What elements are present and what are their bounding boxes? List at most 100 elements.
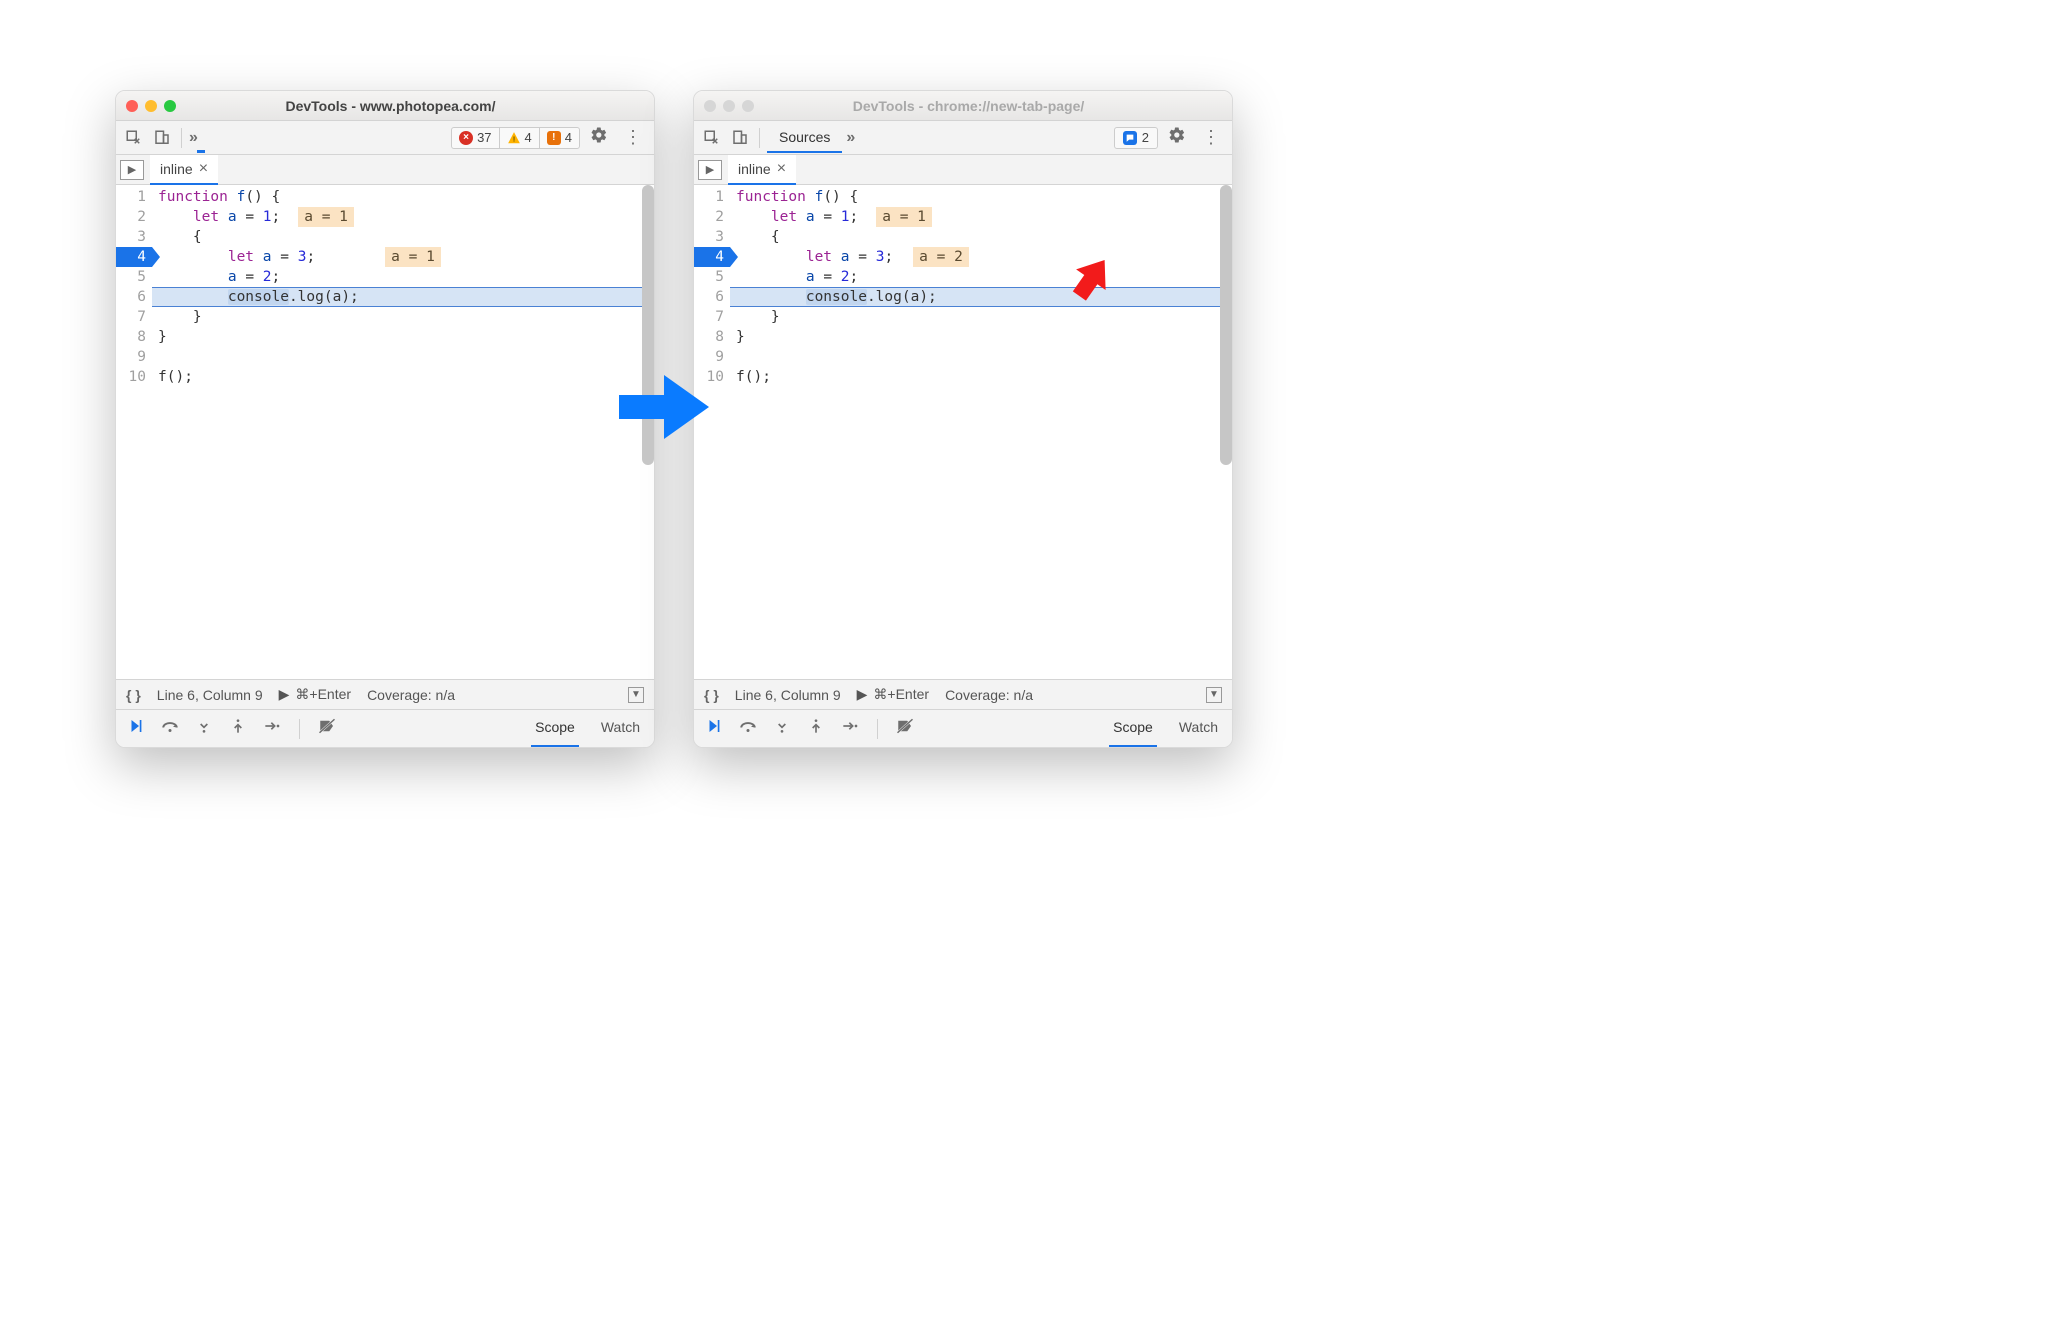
traffic-light-min[interactable] — [723, 100, 735, 112]
errors-badge[interactable]: × 37 — [452, 128, 499, 148]
run-shortcut: ⌘+Enter — [873, 686, 929, 703]
cursor-position: Line 6, Column 9 — [735, 687, 841, 703]
line-number[interactable]: 3 — [116, 227, 146, 247]
devtools-window-right: DevTools - chrome://new-tab-page/ Source… — [693, 90, 1233, 748]
issues-chip[interactable]: 2 — [1114, 127, 1158, 149]
titlebar-left[interactable]: DevTools - www.photopea.com/ — [116, 91, 654, 121]
line-number[interactable]: 6 — [116, 287, 146, 307]
tab-watch[interactable]: Watch — [597, 709, 644, 748]
file-tabs: ▶ inline × — [694, 155, 1232, 185]
svg-text:!: ! — [512, 136, 514, 143]
line-number[interactable]: 3 — [694, 227, 724, 247]
file-tab-inline[interactable]: inline × — [728, 155, 796, 185]
issue-square-icon: ! — [547, 131, 561, 145]
warnings-badge[interactable]: ! 4 — [500, 128, 540, 148]
collapse-drawer-icon[interactable]: ▼ — [628, 687, 644, 703]
line-number[interactable]: 8 — [116, 327, 146, 347]
line-number[interactable]: 4 — [694, 247, 724, 267]
line-number[interactable]: 4 — [116, 247, 146, 267]
traffic-light-max[interactable] — [742, 100, 754, 112]
pretty-print-icon[interactable]: { } — [704, 687, 719, 703]
inspect-element-icon[interactable] — [122, 126, 146, 150]
deactivate-breakpoints-icon[interactable] — [317, 717, 337, 740]
titlebar-right[interactable]: DevTools - chrome://new-tab-page/ — [694, 91, 1232, 121]
main-toolbar: » × 37 ! 4 ! 4 ⋮ — [116, 121, 654, 155]
active-tab-indicator — [197, 123, 205, 153]
line-number[interactable]: 8 — [694, 327, 724, 347]
file-tab-label: inline — [738, 161, 771, 177]
close-icon[interactable]: × — [777, 160, 786, 178]
traffic-light-max[interactable] — [164, 100, 176, 112]
traffic-light-close[interactable] — [126, 100, 138, 112]
coverage-label: Coverage: n/a — [367, 687, 455, 703]
line-number[interactable]: 5 — [694, 267, 724, 287]
kebab-menu-icon[interactable]: ⋮ — [1196, 127, 1226, 148]
device-toggle-icon[interactable] — [728, 126, 752, 150]
line-number[interactable]: 2 — [116, 207, 146, 227]
inspect-element-icon[interactable] — [700, 126, 724, 150]
code-body[interactable]: function f() { let a = 1;a = 1 { let a =… — [730, 185, 1232, 679]
device-toggle-icon[interactable] — [150, 126, 174, 150]
line-number[interactable]: 7 — [694, 307, 724, 327]
debugger-tabs: Scope Watch — [1109, 709, 1222, 748]
step-into-icon[interactable] — [772, 717, 792, 740]
breakpoint-marker[interactable]: 4 — [115, 247, 152, 267]
code-editor[interactable]: 1 2 3 4 5 6 7 8 9 10 function f() { let … — [694, 185, 1232, 679]
code-editor[interactable]: 1 2 3 4 5 6 7 8 9 10 function f() { let … — [116, 185, 654, 679]
line-number[interactable]: 5 — [116, 267, 146, 287]
debugger-toolbar: Scope Watch — [694, 709, 1232, 747]
file-tab-label: inline — [160, 161, 193, 177]
traffic-light-min[interactable] — [145, 100, 157, 112]
inline-value-chip: a = 1 — [298, 207, 354, 227]
tab-scope[interactable]: Scope — [531, 709, 579, 748]
more-tabs-icon[interactable]: » — [189, 129, 195, 147]
tab-watch[interactable]: Watch — [1175, 709, 1222, 748]
step-over-icon[interactable] — [160, 717, 180, 740]
scrollbar[interactable] — [1220, 185, 1232, 465]
errors-count: 37 — [477, 130, 491, 145]
line-number[interactable]: 10 — [116, 367, 146, 387]
deactivate-breakpoints-icon[interactable] — [895, 717, 915, 740]
snippets-play-icon[interactable]: ▶ — [698, 160, 722, 180]
step-icon[interactable] — [262, 718, 282, 739]
line-number[interactable]: 6 — [694, 287, 724, 307]
snippets-play-icon[interactable]: ▶ — [120, 160, 144, 180]
traffic-light-close[interactable] — [704, 100, 716, 112]
window-title: DevTools - www.photopea.com/ — [183, 98, 598, 114]
collapse-drawer-icon[interactable]: ▼ — [1206, 687, 1222, 703]
resume-icon[interactable] — [126, 717, 146, 740]
step-over-icon[interactable] — [738, 717, 758, 740]
file-tab-inline[interactable]: inline × — [150, 155, 218, 185]
kebab-menu-icon[interactable]: ⋮ — [618, 127, 648, 148]
warning-triangle-icon: ! — [507, 131, 521, 145]
tab-scope[interactable]: Scope — [1109, 709, 1157, 748]
devtools-window-left: DevTools - www.photopea.com/ » × 37 ! 4 — [115, 90, 655, 748]
step-into-icon[interactable] — [194, 717, 214, 740]
debugger-tabs: Scope Watch — [531, 709, 644, 748]
line-number[interactable]: 2 — [694, 207, 724, 227]
line-number[interactable]: 9 — [116, 347, 146, 367]
code-body[interactable]: function f() { let a = 1;a = 1 { let a =… — [152, 185, 654, 679]
breakpoint-marker[interactable]: 4 — [693, 247, 730, 267]
line-number[interactable]: 1 — [694, 187, 724, 207]
close-icon[interactable]: × — [199, 160, 208, 178]
line-number[interactable]: 1 — [116, 187, 146, 207]
pretty-print-icon[interactable]: { } — [126, 687, 141, 703]
resume-icon[interactable] — [704, 717, 724, 740]
step-out-icon[interactable] — [228, 717, 248, 740]
console-badge-group[interactable]: × 37 ! 4 ! 4 — [451, 127, 580, 149]
editor-statusbar: { } Line 6, Column 9 ▶⌘+Enter Coverage: … — [116, 679, 654, 709]
line-number[interactable]: 7 — [116, 307, 146, 327]
inline-value-chip: a = 2 — [913, 247, 969, 267]
gear-icon[interactable] — [1162, 126, 1192, 149]
gear-icon[interactable] — [584, 126, 614, 149]
more-tabs-icon[interactable]: » — [846, 129, 852, 147]
step-out-icon[interactable] — [806, 717, 826, 740]
tab-sources[interactable]: Sources — [767, 123, 842, 153]
step-icon[interactable] — [840, 718, 860, 739]
line-gutter[interactable]: 1 2 3 4 5 6 7 8 9 10 — [116, 185, 152, 679]
message-icon — [1123, 131, 1137, 145]
issues-badge[interactable]: ! 4 — [540, 128, 579, 148]
separator — [181, 128, 182, 148]
line-number[interactable]: 9 — [694, 347, 724, 367]
